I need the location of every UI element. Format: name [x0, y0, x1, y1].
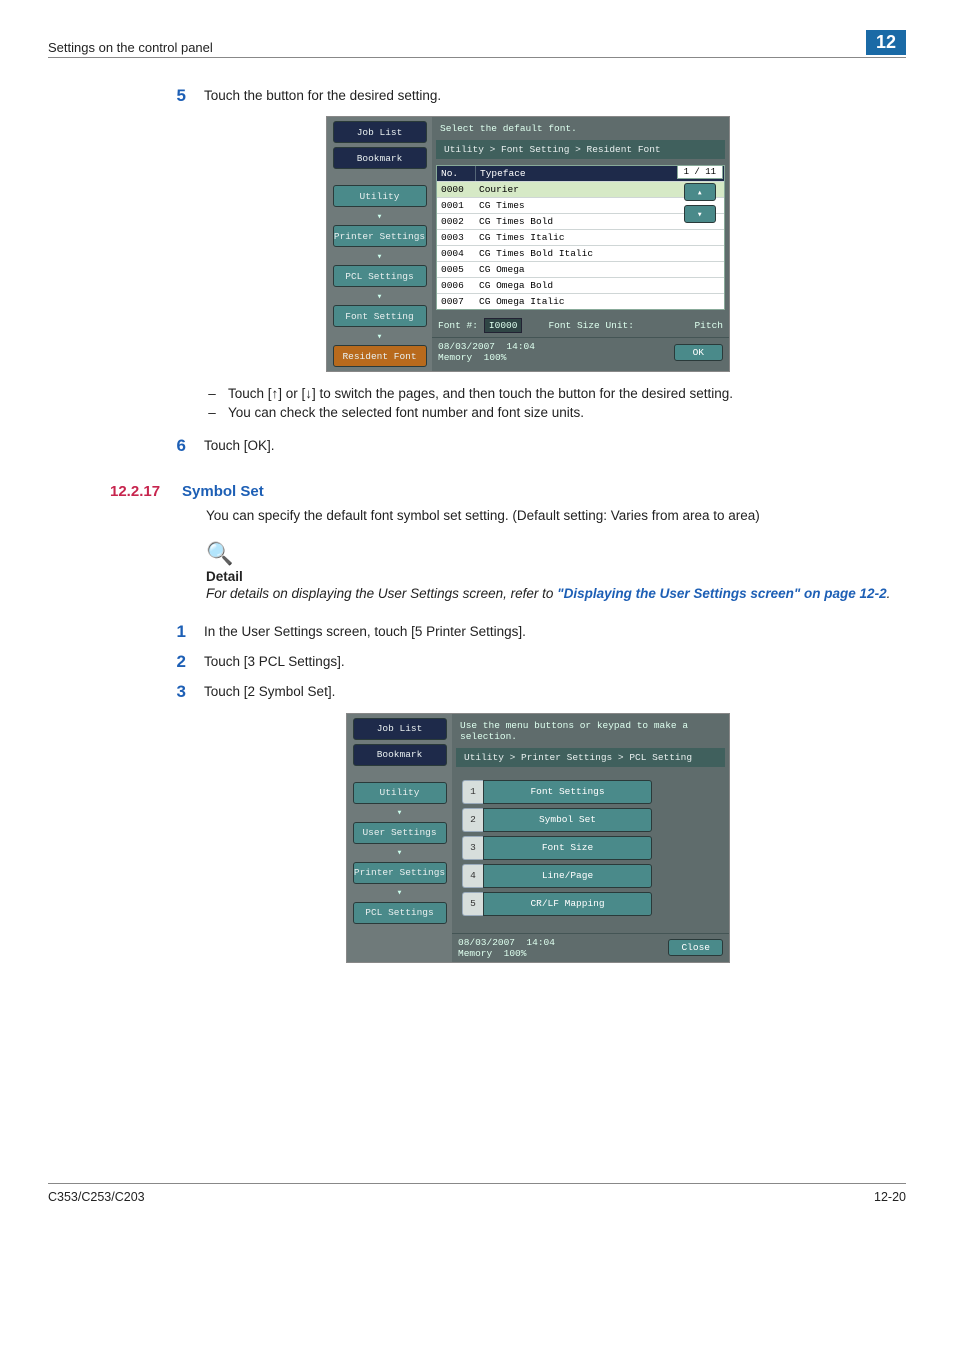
utility-button[interactable]: Utility	[353, 782, 447, 804]
side-nav: Job List Bookmark Utility ▾ User Setting…	[347, 714, 452, 962]
footer-right: 12-20	[874, 1190, 906, 1204]
close-button[interactable]: Close	[668, 939, 723, 956]
footer-left: C353/C253/C203	[48, 1190, 145, 1204]
font-no-label: Font #:	[438, 320, 478, 331]
step-2-text: Touch [3 PCL Settings].	[204, 652, 906, 672]
menu-symbol-set[interactable]: 2Symbol Set	[462, 809, 652, 831]
table-row[interactable]: 0005CG Omega	[437, 261, 724, 277]
menu-crlf-mapping[interactable]: 5CR/LF Mapping	[462, 893, 652, 915]
bookmark-tab[interactable]: Bookmark	[353, 744, 447, 766]
pcl-settings-button[interactable]: PCL Settings	[353, 902, 447, 924]
section-title: Symbol Set	[182, 483, 264, 500]
font-unit-label: Font Size Unit:	[548, 320, 634, 331]
breadcrumb: Utility > Font Setting > Resident Font	[436, 140, 725, 159]
font-unit-value: Pitch	[694, 320, 723, 331]
pcl-settings-button[interactable]: PCL Settings	[333, 265, 427, 287]
bullet-1: Touch [↑] or [↓] to switch the pages, an…	[228, 386, 733, 401]
bullet-2: You can check the selected font number a…	[228, 405, 584, 420]
page-down-button[interactable]: ▾	[684, 205, 716, 223]
font-setting-button[interactable]: Font Setting	[333, 305, 427, 327]
bookmark-tab[interactable]: Bookmark	[333, 147, 427, 169]
step-6-text: Touch [OK].	[204, 436, 906, 456]
chapter-badge: 12	[866, 30, 906, 55]
font-panel: Job List Bookmark Utility ▾ Printer Sett…	[326, 116, 730, 372]
step-3-text: Touch [2 Symbol Set].	[204, 682, 906, 702]
step-5-number: 5	[168, 86, 186, 106]
side-nav: Job List Bookmark Utility ▾ Printer Sett…	[327, 117, 432, 371]
magnifier-icon: 🔍	[206, 541, 906, 567]
down-arrow-icon: ▾	[372, 291, 388, 301]
table-row[interactable]: 0003CG Times Italic	[437, 229, 724, 245]
note-body: For details on displaying the User Setti…	[206, 584, 906, 604]
down-arrow-icon: ▾	[392, 808, 408, 818]
step-1-text: In the User Settings screen, touch [5 Pr…	[204, 622, 906, 642]
printer-settings-button[interactable]: Printer Settings	[333, 225, 427, 247]
step-5-text: Touch the button for the desired setting…	[204, 86, 906, 106]
step-6-number: 6	[168, 436, 186, 456]
menu-font-settings[interactable]: 1Font Settings	[462, 781, 652, 803]
header-title: Settings on the control panel	[48, 40, 213, 55]
page-up-button[interactable]: ▴	[684, 183, 716, 201]
table-row[interactable]: 0007CG Omega Italic	[437, 293, 724, 309]
section-number: 12.2.17	[110, 483, 160, 500]
pcl-panel: Job List Bookmark Utility ▾ User Setting…	[346, 713, 730, 963]
down-arrow-icon: ▾	[372, 331, 388, 341]
utility-button[interactable]: Utility	[333, 185, 427, 207]
col-typeface: Typeface	[476, 166, 530, 181]
note-link[interactable]: "Displaying the User Settings screen" on…	[557, 586, 886, 601]
panel-title: Use the menu buttons or keypad to make a…	[452, 714, 729, 748]
down-arrow-icon: ▾	[372, 211, 388, 221]
step-2-number: 2	[168, 652, 186, 672]
menu-font-size[interactable]: 3Font Size	[462, 837, 652, 859]
note-label: Detail	[206, 569, 906, 584]
joblist-tab[interactable]: Job List	[333, 121, 427, 143]
status-left: 08/03/2007 14:04 Memory 100%	[438, 341, 535, 363]
down-arrow-icon: ▾	[392, 848, 408, 858]
step-3-number: 3	[168, 682, 186, 702]
menu-line-page[interactable]: 4Line/Page	[462, 865, 652, 887]
status-left: 08/03/2007 14:04 Memory 100%	[458, 937, 555, 959]
printer-settings-button[interactable]: Printer Settings	[353, 862, 447, 884]
panel-title: Select the default font.	[432, 117, 729, 140]
ok-button[interactable]: OK	[674, 344, 723, 361]
section-paragraph: You can specify the default font symbol …	[206, 508, 906, 523]
resident-font-button[interactable]: Resident Font	[333, 345, 427, 367]
bullet-list: –Touch [↑] or [↓] to switch the pages, a…	[206, 386, 906, 420]
down-arrow-icon: ▾	[392, 888, 408, 898]
table-row[interactable]: 0004CG Times Bold Italic	[437, 245, 724, 261]
table-row[interactable]: 0006CG Omega Bold	[437, 277, 724, 293]
user-settings-button[interactable]: User Settings	[353, 822, 447, 844]
down-arrow-icon: ▾	[372, 251, 388, 261]
font-no-value: I0000	[484, 318, 523, 333]
page-indicator: 1 / 11	[677, 165, 723, 179]
step-1-number: 1	[168, 622, 186, 642]
joblist-tab[interactable]: Job List	[353, 718, 447, 740]
col-no: No.	[437, 166, 476, 181]
breadcrumb: Utility > Printer Settings > PCL Setting	[456, 748, 725, 767]
